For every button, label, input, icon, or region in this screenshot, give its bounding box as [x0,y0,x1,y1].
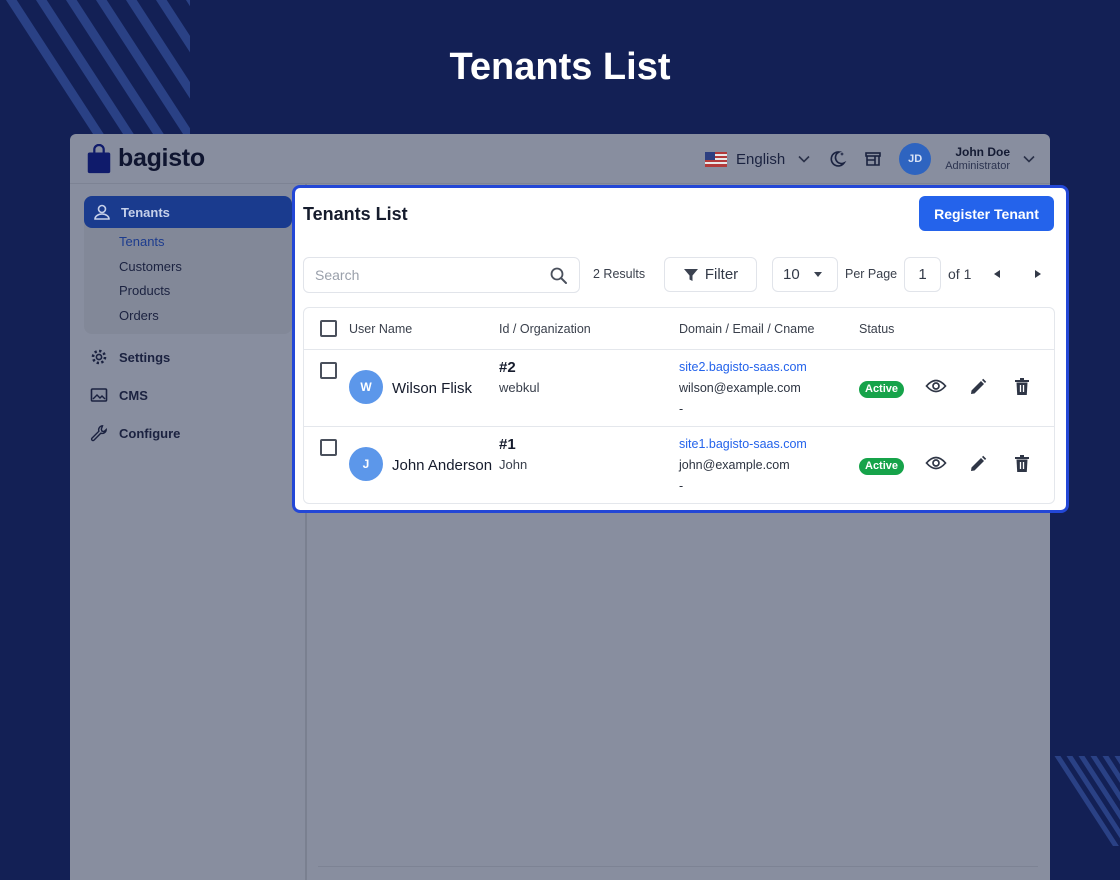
user-role: Administrator [945,159,1010,172]
sidebar-item-label: Settings [119,349,171,365]
tenant-id: #1 [499,436,516,453]
filter-icon [683,268,698,281]
filter-label: Filter [704,266,739,283]
gear-icon [91,349,107,365]
sidebar: Tenants Tenants Customers Products Order… [70,184,307,880]
previous-page-icon[interactable] [994,270,1000,278]
avatar: W [349,370,383,404]
eye-icon [925,456,947,470]
footer-divider [318,866,1038,867]
sidebar-item-configure[interactable]: Configure [90,414,305,452]
search-input[interactable] [315,267,545,283]
tenant-organization: webkul [499,380,540,395]
chevron-down-icon[interactable] [1022,152,1036,166]
wrench-icon [90,425,107,442]
image-icon [90,388,108,402]
language-label: English [736,150,786,168]
tenant-organization: John [499,457,528,472]
filter-button[interactable]: Filter [664,257,757,292]
tenant-domain-link[interactable]: site1.bagisto-saas.com [679,437,807,451]
caret-down-icon [814,272,822,277]
tenant-name: Wilson Flisk [392,380,473,397]
trash-icon [1015,455,1029,472]
sidebar-subitem-customers[interactable]: Customers [84,255,292,280]
brand-logo[interactable]: bagisto [86,143,205,174]
table-header: User Name Id / Organization Domain / Ema… [304,308,1054,350]
column-header-user-name[interactable]: User Name [349,322,412,336]
tenants-table: User Name Id / Organization Domain / Ema… [303,307,1055,504]
sidebar-subitem-orders[interactable]: Orders [84,304,292,329]
tenant-cname: - [679,402,684,416]
row-checkbox[interactable] [320,439,337,456]
delete-button[interactable] [1014,455,1030,473]
decorative-stripes-bottom-right [1048,756,1120,846]
sidebar-group-tenants: Tenants Tenants Customers Products Order… [84,196,292,334]
sidebar-item-label: CMS [119,387,148,403]
search-icon[interactable] [549,266,569,286]
register-tenant-button[interactable]: Register Tenant [919,196,1054,231]
status-badge: Active [859,458,905,475]
tenants-list-card: Tenants List Register Tenant 2 Results F… [292,185,1069,513]
sidebar-item-cms[interactable]: CMS [90,376,305,414]
pencil-icon [971,378,987,394]
column-header-id-organization[interactable]: Id / Organization [499,322,591,336]
store-icon [865,152,882,166]
us-flag-icon [705,151,727,167]
edit-button[interactable] [969,455,987,473]
status-badge: Active [859,381,905,398]
edit-button[interactable] [969,378,987,396]
pencil-icon [971,455,987,471]
dark-mode-toggle[interactable] [827,149,847,169]
table-row: W Wilson Flisk #2 webkul site2.bagisto-s… [304,350,1054,427]
view-button[interactable] [925,455,947,471]
moon-icon [830,151,847,167]
sidebar-item-label: Tenants [121,204,170,220]
chevron-down-icon [798,155,810,163]
eye-icon [925,379,947,393]
sidebar-item-label: Configure [119,425,181,441]
select-all-checkbox[interactable] [320,320,337,337]
hero-title: Tenants List [449,46,671,88]
view-button[interactable] [925,378,947,394]
delete-button[interactable] [1014,378,1030,396]
user-avatar[interactable]: JD [899,143,932,175]
column-header-domain[interactable]: Domain / Email / Cname [679,322,814,336]
user-icon [94,204,110,220]
user-name: John Doe [955,145,1010,160]
tenant-domain-link[interactable]: site2.bagisto-saas.com [679,360,807,374]
column-header-status[interactable]: Status [859,322,894,336]
sidebar-item-tenants[interactable]: Tenants [84,196,292,228]
shopping-bag-icon [87,143,111,173]
tenant-email: wilson@example.com [679,381,801,395]
tenant-name: John Anderson [392,457,493,474]
tenant-email: john@example.com [679,458,790,472]
sidebar-item-settings[interactable]: Settings [90,338,305,376]
per-page-label: Per Page [845,267,898,281]
tenant-cname: - [679,479,684,493]
avatar: J [349,447,383,481]
next-page-icon[interactable] [1035,270,1041,278]
language-switcher[interactable]: English [705,151,811,168]
brand-name: bagisto [118,144,205,172]
top-bar: bagisto English JD John Doe Administrato… [70,134,1050,184]
per-page-value: 10 [783,266,800,283]
page-title: Tenants List [303,204,408,224]
sidebar-subitem-products[interactable]: Products [84,279,292,304]
tenant-id: #2 [499,359,516,376]
per-page-select[interactable]: 10 [772,257,838,292]
sidebar-subitem-tenants[interactable]: Tenants [84,230,292,255]
page-total: of 1 [948,266,972,282]
trash-icon [1015,378,1029,395]
page-number-input[interactable] [904,257,941,292]
user-menu[interactable]: John Doe Administrator [945,145,1010,172]
table-row: J John Anderson #1 John site1.bagisto-sa… [304,427,1054,503]
storefront-button[interactable] [863,149,883,169]
row-checkbox[interactable] [320,362,337,379]
search-box [303,257,580,293]
results-count: 2 Results [593,267,646,281]
